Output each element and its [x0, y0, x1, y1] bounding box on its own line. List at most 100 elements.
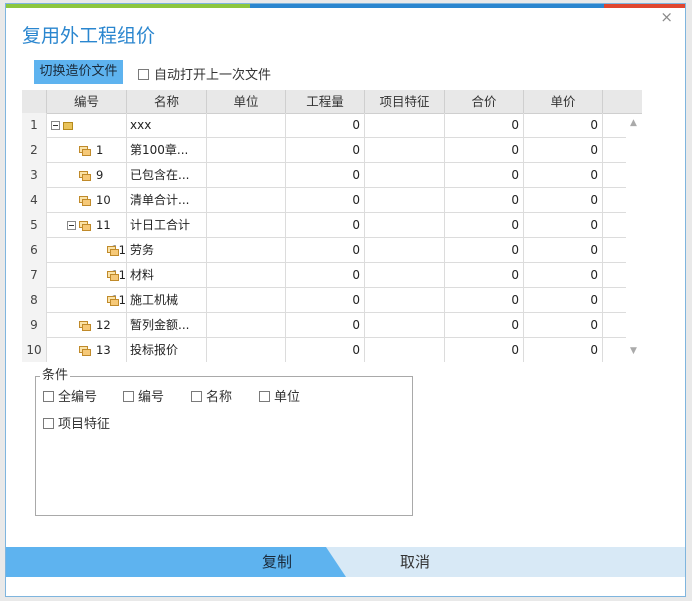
total-cell[interactable]: 0 — [445, 188, 524, 213]
total-cell[interactable]: 0 — [445, 113, 524, 138]
table-row[interactable]: 611劳务000 — [22, 238, 642, 263]
column-header-feature[interactable]: 项目特征 — [365, 90, 445, 113]
collapse-icon[interactable] — [51, 121, 60, 130]
price-cell[interactable]: 0 — [524, 138, 603, 163]
table-row[interactable]: 811施工机械000 — [22, 288, 642, 313]
condition-checkbox[interactable] — [43, 391, 54, 402]
feature-cell[interactable] — [365, 313, 445, 338]
table-row[interactable]: 711材料000 — [22, 263, 642, 288]
price-cell[interactable]: 0 — [524, 263, 603, 288]
switch-cost-file-button[interactable]: 切换造价文件 — [34, 60, 123, 84]
feature-cell[interactable] — [365, 338, 445, 362]
price-cell[interactable]: 0 — [524, 338, 603, 362]
code-cell[interactable]: 10 — [47, 188, 127, 213]
feature-cell[interactable] — [365, 213, 445, 238]
cancel-button[interactable]: 取消 — [354, 547, 685, 577]
table-row[interactable]: 5 11 计日工合计 0 0 0 — [22, 213, 642, 238]
table-row[interactable]: 3 9 已包含在... 0 0 0 — [22, 163, 642, 188]
column-header-quantity[interactable]: 工程量 — [286, 90, 365, 113]
code-cell[interactable]: 11 — [47, 288, 127, 313]
unit-cell[interactable] — [207, 213, 286, 238]
price-cell[interactable]: 0 — [524, 213, 603, 238]
price-cell[interactable]: 0 — [524, 188, 603, 213]
unit-cell[interactable] — [207, 113, 286, 138]
unit-cell[interactable] — [207, 313, 286, 338]
unit-cell[interactable] — [207, 338, 286, 362]
name-cell[interactable]: 清单合计... — [127, 188, 207, 213]
unit-cell[interactable] — [207, 263, 286, 288]
condition-checkbox[interactable] — [259, 391, 270, 402]
code-cell[interactable]: 11 — [47, 263, 127, 288]
total-cell[interactable]: 0 — [445, 313, 524, 338]
name-cell[interactable]: xxx — [127, 113, 207, 138]
feature-cell[interactable] — [365, 138, 445, 163]
table-row[interactable]: 10 13 投标报价 0 0 0 — [22, 338, 642, 362]
qty-cell[interactable]: 0 — [286, 163, 365, 188]
column-header-unit-price[interactable]: 单价 — [524, 90, 603, 113]
unit-cell[interactable] — [207, 288, 286, 313]
auto-open-last-file-option[interactable]: 自动打开上一次文件 — [138, 64, 271, 83]
unit-cell[interactable] — [207, 163, 286, 188]
condition-checkbox[interactable] — [43, 418, 54, 429]
qty-cell[interactable]: 0 — [286, 313, 365, 338]
condition-full-code[interactable]: 全编号 — [43, 390, 97, 406]
feature-cell[interactable] — [365, 238, 445, 263]
condition-checkbox[interactable] — [123, 391, 134, 402]
copy-button[interactable]: 复制 — [6, 547, 346, 577]
qty-cell[interactable]: 0 — [286, 213, 365, 238]
auto-open-checkbox[interactable] — [138, 69, 149, 80]
name-cell[interactable]: 材料 — [127, 263, 207, 288]
qty-cell[interactable]: 0 — [286, 238, 365, 263]
name-cell[interactable]: 已包含在... — [127, 163, 207, 188]
condition-checkbox[interactable] — [191, 391, 202, 402]
total-cell[interactable]: 0 — [445, 288, 524, 313]
close-icon[interactable]: × — [660, 9, 673, 25]
qty-cell[interactable]: 0 — [286, 188, 365, 213]
feature-cell[interactable] — [365, 263, 445, 288]
code-cell[interactable]: 11 — [47, 213, 127, 238]
column-header-name[interactable]: 名称 — [127, 90, 207, 113]
code-cell[interactable]: 11 — [47, 238, 127, 263]
table-row[interactable]: 2 1 第100章... 0 0 0 — [22, 138, 642, 163]
name-cell[interactable]: 施工机械 — [127, 288, 207, 313]
table-scrollbar[interactable]: ▲ ▼ — [626, 114, 644, 362]
column-header-total[interactable]: 合价 — [445, 90, 524, 113]
total-cell[interactable]: 0 — [445, 238, 524, 263]
feature-cell[interactable] — [365, 288, 445, 313]
price-cell[interactable]: 0 — [524, 113, 603, 138]
column-header-code[interactable]: 编号 — [47, 90, 127, 113]
collapse-icon[interactable] — [67, 221, 76, 230]
total-cell[interactable]: 0 — [445, 338, 524, 362]
total-cell[interactable]: 0 — [445, 263, 524, 288]
code-cell[interactable]: 9 — [47, 163, 127, 188]
table-row[interactable]: 4 10 清单合计... 0 0 0 — [22, 188, 642, 213]
qty-cell[interactable]: 0 — [286, 138, 365, 163]
qty-cell[interactable]: 0 — [286, 113, 365, 138]
name-cell[interactable]: 劳务 — [127, 238, 207, 263]
code-cell[interactable]: 12 — [47, 313, 127, 338]
condition-code[interactable]: 编号 — [123, 390, 164, 406]
total-cell[interactable]: 0 — [445, 213, 524, 238]
name-cell[interactable]: 暂列金额... — [127, 313, 207, 338]
price-cell[interactable]: 0 — [524, 238, 603, 263]
total-cell[interactable]: 0 — [445, 138, 524, 163]
feature-cell[interactable] — [365, 113, 445, 138]
code-cell[interactable] — [47, 113, 127, 138]
feature-cell[interactable] — [365, 163, 445, 188]
code-cell[interactable]: 13 — [47, 338, 127, 362]
qty-cell[interactable]: 0 — [286, 288, 365, 313]
name-cell[interactable]: 第100章... — [127, 138, 207, 163]
name-cell[interactable]: 计日工合计 — [127, 213, 207, 238]
scroll-up-icon[interactable]: ▲ — [630, 118, 637, 128]
qty-cell[interactable]: 0 — [286, 263, 365, 288]
condition-name[interactable]: 名称 — [191, 390, 232, 406]
price-cell[interactable]: 0 — [524, 163, 603, 188]
qty-cell[interactable]: 0 — [286, 338, 365, 362]
condition-feature[interactable]: 项目特征 — [43, 417, 110, 433]
scroll-down-icon[interactable]: ▼ — [630, 346, 637, 356]
unit-cell[interactable] — [207, 138, 286, 163]
table-row[interactable]: 1 xxx 0 0 0 — [22, 113, 642, 138]
column-header-unit[interactable]: 单位 — [207, 90, 286, 113]
price-cell[interactable]: 0 — [524, 313, 603, 338]
price-cell[interactable]: 0 — [524, 288, 603, 313]
